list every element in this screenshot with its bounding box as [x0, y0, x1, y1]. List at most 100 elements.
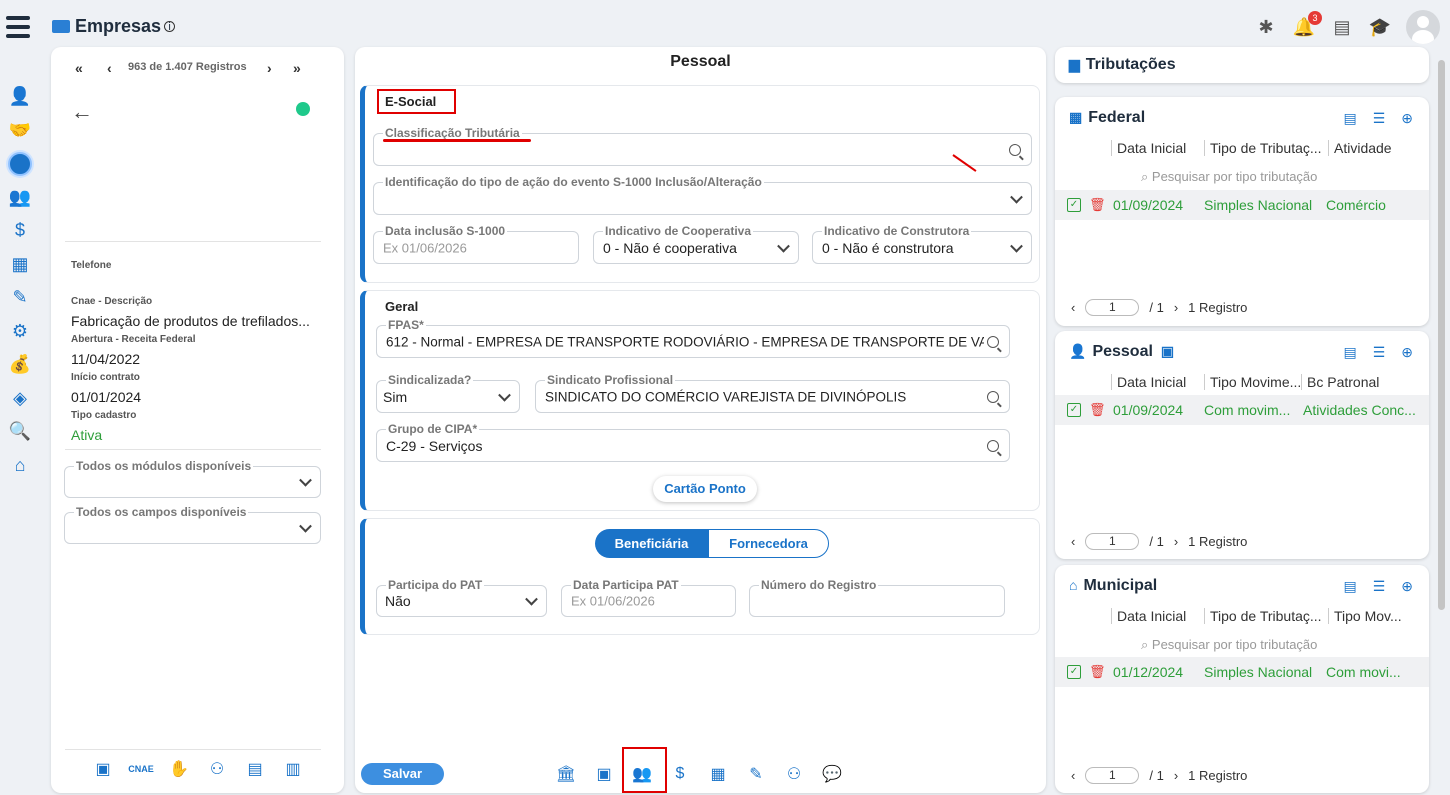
- rail-gear-icon[interactable]: ⚙: [0, 315, 40, 349]
- group-icon[interactable]: ⚇: [784, 764, 804, 784]
- data-participa-pat-field[interactable]: Data Participa PAT Ex 01/06/2026: [561, 578, 736, 617]
- add-icon[interactable]: ⊕: [1401, 344, 1413, 361]
- info-icon[interactable]: i: [164, 21, 176, 33]
- rail-home-icon[interactable]: ⌂: [0, 449, 40, 483]
- check-icon[interactable]: ✓: [1067, 665, 1081, 679]
- list-icon[interactable]: ☰: [1373, 344, 1386, 361]
- people-icon[interactable]: ⚇: [207, 759, 227, 779]
- search-icon[interactable]: ⌕: [1141, 169, 1152, 184]
- document-edit-icon[interactable]: ✎: [746, 764, 766, 784]
- last-record-button[interactable]: »: [293, 60, 301, 76]
- menu-icon[interactable]: [6, 16, 30, 38]
- cnae-icon[interactable]: CNAE: [128, 759, 154, 779]
- hand-users-icon[interactable]: ✋: [169, 759, 189, 779]
- graduation-cap-icon[interactable]: 🎓: [1368, 15, 1392, 39]
- document-search-icon[interactable]: ▤: [1343, 578, 1356, 595]
- first-record-button[interactable]: «: [75, 60, 83, 76]
- cash-register-icon[interactable]: ▣: [594, 764, 614, 784]
- rail-user-icon[interactable]: 👤: [0, 80, 40, 114]
- scrollbar[interactable]: [1438, 60, 1445, 610]
- classificacao-tributaria-field[interactable]: Classificação Tributária: [373, 126, 1032, 166]
- prev-page-button[interactable]: ‹: [1071, 534, 1075, 549]
- acao-evento-select[interactable]: Identificação do tipo de ação do evento …: [373, 175, 1032, 215]
- document-search-icon[interactable]: ▤: [1343, 344, 1356, 361]
- rail-moneybag-icon[interactable]: 💰: [0, 348, 40, 382]
- cartao-ponto-button[interactable]: Cartão Ponto: [653, 476, 757, 502]
- table-row[interactable]: ✓ 🗑 01/09/2024 Com movim... Atividades Co…: [1055, 395, 1429, 425]
- add-icon[interactable]: ⊕: [1401, 578, 1413, 595]
- col-tipo-movimento: Tipo Movime...: [1204, 374, 1301, 390]
- abertura-value: 11/04/2022: [71, 351, 141, 367]
- chat-icon[interactable]: 💬: [822, 764, 842, 784]
- bank-icon[interactable]: 🏛: [556, 764, 576, 784]
- tributacoes-title: ▆ Tributações: [1069, 56, 1176, 73]
- campos-select[interactable]: Todos os campos disponíveis: [64, 505, 321, 544]
- tributacoes-header: ▆ Tributações: [1055, 47, 1429, 83]
- trash-icon[interactable]: 🗑: [1089, 664, 1106, 680]
- next-record-button[interactable]: ›: [267, 60, 272, 76]
- col-tipo-tributacao: Tipo de Tributaç...: [1204, 140, 1328, 156]
- save-button[interactable]: Salvar: [361, 763, 444, 785]
- construtora-select[interactable]: Indicativo de Construtora 0 - Não é cons…: [812, 224, 1032, 264]
- search-icon[interactable]: [1009, 143, 1021, 156]
- cipa-label: Grupo de CIPA*: [386, 422, 480, 436]
- rail-clock-icon[interactable]: [0, 147, 40, 181]
- check-icon[interactable]: ✓: [1067, 403, 1081, 417]
- inicio-value: 01/01/2024: [71, 389, 142, 405]
- col-data-inicial: Data Inicial: [1111, 140, 1204, 156]
- rail-handshake-icon[interactable]: 🤝: [0, 114, 40, 148]
- modulos-select[interactable]: Todos os módulos disponíveis: [64, 459, 321, 498]
- rail-tools-icon[interactable]: ✎: [0, 281, 40, 315]
- modulos-label: Todos os módulos disponíveis: [74, 459, 254, 473]
- table-row[interactable]: ✓ 🗑 01/09/2024 Simples Nacional Comércio: [1055, 190, 1429, 220]
- rail-dollar-icon[interactable]: $: [0, 214, 40, 248]
- building-icon[interactable]: ▥: [283, 759, 303, 779]
- data-inclusao-field[interactable]: Data inclusão S-1000 Ex 01/06/2026: [373, 224, 579, 264]
- next-page-button[interactable]: ›: [1174, 300, 1178, 315]
- bell-icon[interactable]: 🔔 3: [1292, 11, 1322, 39]
- search-icon[interactable]: [987, 390, 999, 403]
- cooperativa-select[interactable]: Indicativo de Cooperativa 0 - Não é coop…: [593, 224, 799, 264]
- search-icon[interactable]: [987, 439, 999, 452]
- page-input[interactable]: 1: [1085, 299, 1140, 316]
- prev-page-button[interactable]: ‹: [1071, 768, 1075, 783]
- prev-page-button[interactable]: ‹: [1071, 300, 1075, 315]
- prev-record-button[interactable]: ‹: [107, 60, 112, 76]
- calendar-icon[interactable]: ▣: [93, 759, 113, 779]
- participa-pat-select[interactable]: Participa do PAT Não: [376, 578, 547, 617]
- fpas-value: 612 - Normal - EMPRESA DE TRANSPORTE ROD…: [386, 334, 984, 349]
- pessoal-title: 👤 Pessoal ▣: [1069, 343, 1175, 360]
- add-icon[interactable]: ⊕: [1401, 110, 1413, 127]
- sindicalizada-select[interactable]: Sindicalizada? Sim: [376, 373, 520, 413]
- search-icon[interactable]: ⌕: [1141, 637, 1152, 652]
- table-icon[interactable]: ▤: [245, 759, 265, 779]
- next-page-button[interactable]: ›: [1174, 534, 1178, 549]
- page-input[interactable]: 1: [1085, 767, 1140, 784]
- fpas-field[interactable]: FPAS* 612 - Normal - EMPRESA DE TRANSPOR…: [376, 318, 1010, 358]
- list-icon[interactable]: ☰: [1373, 110, 1386, 127]
- tab-fornecedora[interactable]: Fornecedora: [708, 529, 829, 558]
- next-page-button[interactable]: ›: [1174, 768, 1178, 783]
- table-row[interactable]: ✓ 🗑 01/12/2024 Simples Nacional Com movi.…: [1055, 657, 1429, 687]
- dollar-icon[interactable]: $: [670, 764, 690, 784]
- sindicato-field[interactable]: Sindicato Profissional SINDICATO DO COMÉ…: [535, 373, 1010, 413]
- rail-layers-icon[interactable]: ◈: [0, 382, 40, 416]
- document-search-icon[interactable]: ▤: [1330, 15, 1354, 39]
- puzzle-icon[interactable]: ✱: [1254, 15, 1278, 39]
- calculator-icon[interactable]: ▦: [708, 764, 728, 784]
- trash-icon[interactable]: 🗑: [1089, 402, 1106, 418]
- trash-icon[interactable]: 🗑: [1089, 197, 1106, 213]
- document-search-icon[interactable]: ▤: [1343, 110, 1356, 127]
- tab-beneficiaria[interactable]: Beneficiária: [595, 529, 708, 558]
- check-icon[interactable]: ✓: [1067, 198, 1081, 212]
- back-arrow-icon[interactable]: ←: [71, 99, 93, 125]
- page-input[interactable]: 1: [1085, 533, 1140, 550]
- search-icon[interactable]: [987, 335, 999, 348]
- list-icon[interactable]: ☰: [1373, 578, 1386, 595]
- rail-calculator-icon[interactable]: ▦: [0, 248, 40, 282]
- avatar[interactable]: [1406, 10, 1440, 44]
- cipa-field[interactable]: Grupo de CIPA* C-29 - Serviços: [376, 422, 1010, 462]
- rail-search-icon[interactable]: 🔍: [0, 415, 40, 449]
- numero-registro-field[interactable]: Número do Registro: [749, 578, 1005, 617]
- rail-users-icon[interactable]: 👥: [0, 181, 40, 215]
